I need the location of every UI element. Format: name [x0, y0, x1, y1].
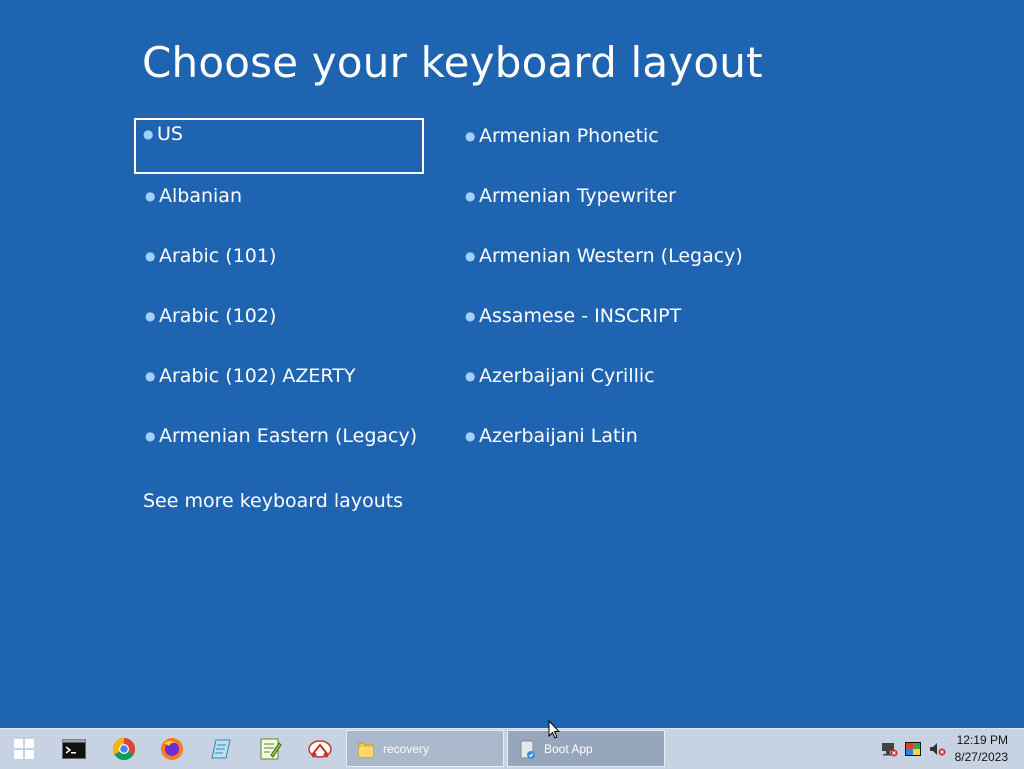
task-label: Boot App [544, 742, 593, 756]
layout-label: US [157, 123, 183, 145]
taskbar-task-recovery[interactable]: recovery [346, 730, 504, 767]
bullet-icon: ● [465, 129, 476, 143]
layout-option-albanian[interactable]: ● Albanian [136, 180, 426, 236]
layout-option-assamese-inscript[interactable]: ● Assamese - INSCRIPT [456, 300, 756, 356]
command-prompt-button[interactable] [50, 729, 98, 769]
layout-label: Arabic (102) AZERTY [159, 365, 356, 387]
notepad-icon [211, 739, 231, 759]
volume-muted-icon[interactable] [928, 741, 946, 757]
bullet-icon: ● [465, 189, 476, 203]
layout-option-azerbaijani-cyrillic[interactable]: ● Azerbaijani Cyrillic [456, 360, 756, 416]
taskbar-task-boot-app[interactable]: Boot App [507, 730, 665, 767]
page-title: Choose your keyboard layout [142, 38, 763, 87]
notepad-plus-icon [260, 738, 282, 760]
layout-option-arabic-102-azerty[interactable]: ● Arabic (102) AZERTY [136, 360, 426, 416]
color-palette-icon[interactable] [904, 741, 922, 757]
layout-label: Assamese - INSCRIPT [479, 305, 682, 327]
layout-option-armenian-typewriter[interactable]: ● Armenian Typewriter [456, 180, 756, 236]
layout-option-armenian-western-legacy[interactable]: ● Armenian Western (Legacy) [456, 240, 756, 296]
bullet-icon: ● [465, 429, 476, 443]
see-more-layouts-link[interactable]: See more keyboard layouts [143, 490, 403, 512]
layout-label: Albanian [159, 185, 242, 207]
bullet-icon: ● [145, 249, 156, 263]
layout-option-azerbaijani-latin[interactable]: ● Azerbaijani Latin [456, 420, 756, 476]
folder-icon [358, 742, 374, 758]
bullet-icon: ● [465, 309, 476, 323]
bullet-icon: ● [465, 369, 476, 383]
layout-option-us[interactable]: ● US [134, 118, 424, 174]
layout-label: Azerbaijani Cyrillic [479, 365, 655, 387]
layout-option-armenian-eastern-legacy[interactable]: ● Armenian Eastern (Legacy) [136, 420, 436, 476]
windows-start-icon [14, 739, 34, 759]
command-prompt-icon [62, 739, 86, 759]
firefox-icon [161, 738, 183, 760]
layout-label: Arabic (101) [159, 245, 277, 267]
chrome-button[interactable] [100, 729, 148, 769]
snipping-tool-button[interactable] [296, 729, 344, 769]
layout-label: Azerbaijani Latin [479, 425, 638, 447]
layout-label: Armenian Typewriter [479, 185, 676, 207]
layout-option-arabic-102[interactable]: ● Arabic (102) [136, 300, 426, 356]
system-clock[interactable]: 12:19 PM 8/27/2023 [955, 732, 1008, 766]
bullet-icon: ● [145, 309, 156, 323]
mouse-pointer-icon [548, 720, 560, 739]
task-label: recovery [383, 742, 430, 756]
snipping-tool-icon [308, 740, 332, 758]
firefox-button[interactable] [148, 729, 196, 769]
layout-label: Armenian Eastern (Legacy) [159, 425, 418, 447]
app-icon [520, 740, 535, 759]
clock-time: 12:19 PM [956, 733, 1008, 747]
network-disconnected-icon[interactable] [880, 741, 898, 757]
bullet-icon: ● [145, 369, 156, 383]
bullet-icon: ● [465, 249, 476, 263]
taskbar: recovery Boot App 12:19 PM 8/27/2023 [0, 728, 1024, 769]
notepad-plus-button[interactable] [246, 729, 294, 769]
clock-date: 8/27/2023 [954, 750, 1008, 764]
bullet-icon: ● [145, 429, 156, 443]
start-button[interactable] [0, 729, 48, 769]
layout-option-arabic-101[interactable]: ● Arabic (101) [136, 240, 426, 296]
bullet-icon: ● [145, 189, 156, 203]
notepad-button[interactable] [198, 729, 246, 769]
chrome-icon [113, 738, 135, 760]
layout-label: Arabic (102) [159, 305, 277, 327]
layout-label: Armenian Western (Legacy) [479, 245, 743, 267]
layout-option-armenian-phonetic[interactable]: ● Armenian Phonetic [456, 120, 756, 176]
layout-label: Armenian Phonetic [479, 125, 659, 147]
bullet-icon: ● [143, 127, 154, 141]
